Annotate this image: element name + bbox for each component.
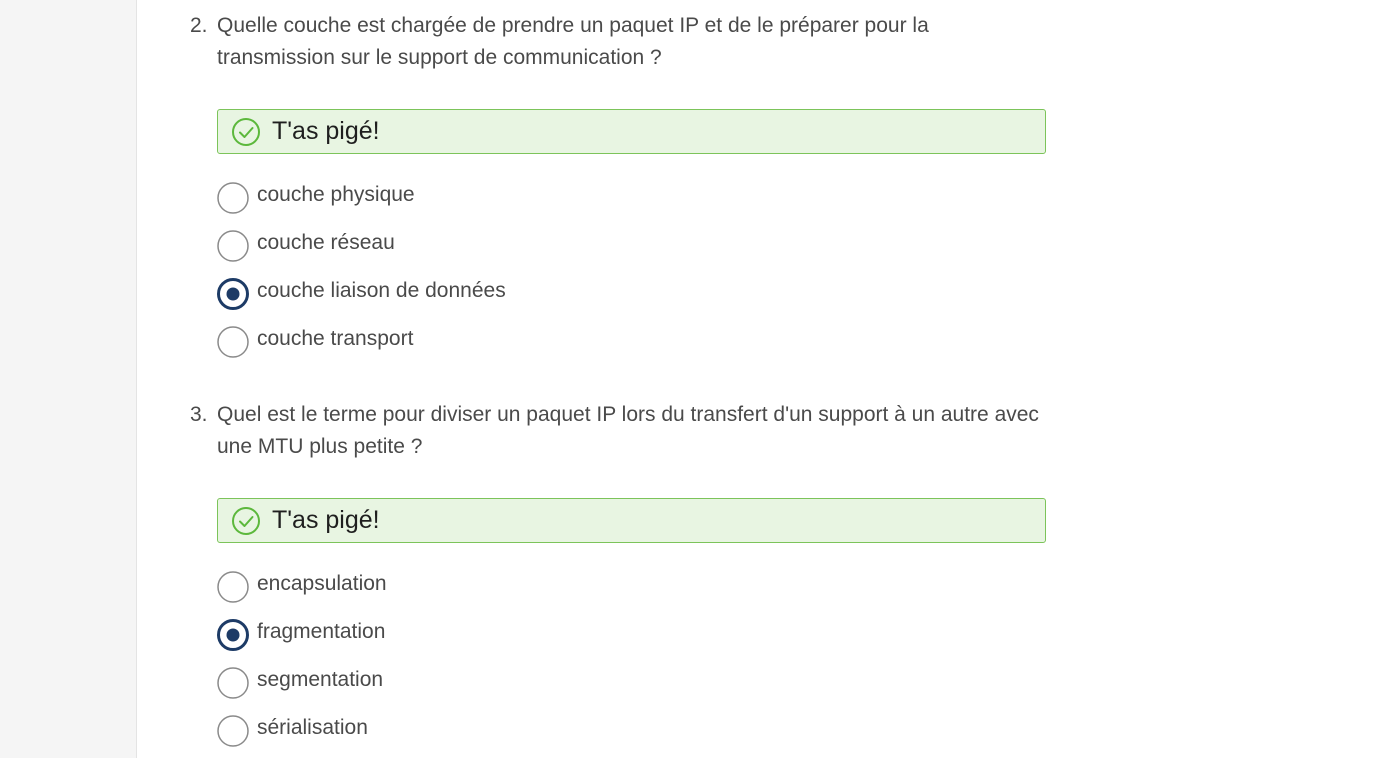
answer-option-selected[interactable]: couche liaison de données [217,277,506,311]
answer-label: couche transport [257,327,414,350]
question-3: 3. Quel est le terme pour diviser un paq… [190,399,1050,747]
question-2: 2. Quelle couche est chargée de prendre … [190,10,1050,358]
answer-label: couche réseau [257,231,395,254]
radio-unselected-icon[interactable] [217,326,249,358]
answer-option-selected[interactable]: fragmentation [217,618,385,652]
radio-unselected-icon[interactable] [217,667,249,699]
question-text: Quelle couche est chargée de prendre un … [217,14,929,69]
answer-option[interactable]: couche transport [217,325,413,359]
answer-option[interactable]: sérialisation [217,714,368,748]
feedback-text: T'as pigé! [272,117,380,145]
question-header: 2. Quelle couche est chargée de prendre … [190,10,1050,74]
check-circle-icon [231,117,261,147]
answer-label: encapsulation [257,572,387,595]
radio-unselected-icon[interactable] [217,182,249,214]
check-circle-icon [231,506,261,536]
answer-label: fragmentation [257,620,386,643]
answer-label: sérialisation [257,716,368,739]
correct-feedback-banner: T'as pigé! [217,109,1046,154]
left-sidebar [0,0,137,758]
question-header: 3. Quel est le terme pour diviser un paq… [190,399,1050,463]
radio-selected-icon[interactable] [217,619,249,651]
answer-option[interactable]: encapsulation [217,570,387,604]
answer-label: couche liaison de données [257,279,506,302]
answer-label: couche physique [257,183,415,206]
answer-option[interactable]: couche réseau [217,229,395,263]
radio-selected-icon[interactable] [217,278,249,310]
radio-unselected-icon[interactable] [217,571,249,603]
question-number: 2. [190,14,208,37]
feedback-text: T'as pigé! [272,506,380,534]
correct-feedback-banner: T'as pigé! [217,498,1046,543]
radio-unselected-icon[interactable] [217,230,249,262]
question-text: Quel est le terme pour diviser un paquet… [217,403,1039,458]
answer-option[interactable]: segmentation [217,666,383,700]
answer-option[interactable]: couche physique [217,181,415,215]
question-number: 3. [190,403,208,426]
radio-unselected-icon[interactable] [217,715,249,747]
answer-label: segmentation [257,668,384,691]
